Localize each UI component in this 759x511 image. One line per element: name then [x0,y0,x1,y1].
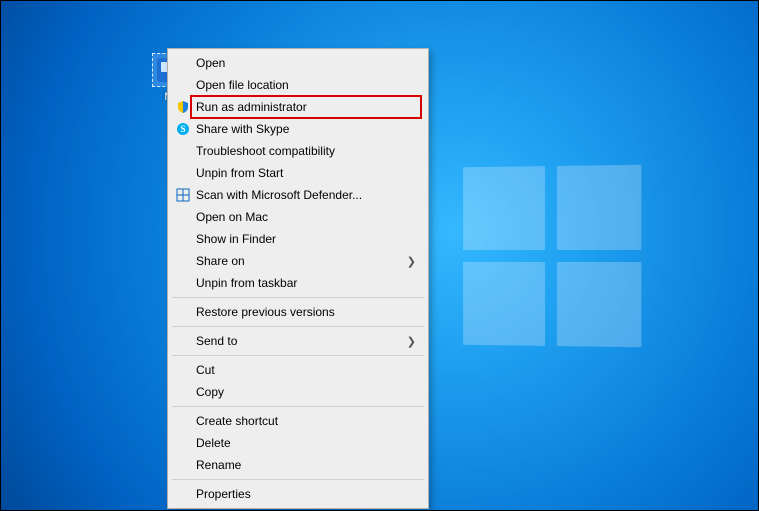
menu-delete[interactable]: Delete [170,432,426,454]
menu-run-as-administrator[interactable]: Run as administrator [170,96,426,118]
menu-properties[interactable]: Properties [170,483,426,505]
menu-item-label: Cut [196,363,420,377]
menu-item-label: Show in Finder [196,232,420,246]
menu-item-label: Open [196,56,420,70]
menu-troubleshoot-compatibility[interactable]: Troubleshoot compatibility [170,140,426,162]
menu-item-label: Delete [196,436,420,450]
menu-open[interactable]: Open [170,52,426,74]
menu-share-on[interactable]: Share on ❯ [170,250,426,272]
menu-open-file-location[interactable]: Open file location [170,74,426,96]
menu-item-label: Rename [196,458,420,472]
menu-open-on-mac[interactable]: Open on Mac [170,206,426,228]
menu-item-label: Unpin from Start [196,166,420,180]
menu-item-label: Share with Skype [196,122,420,136]
separator [172,406,424,407]
desktop-background: M Open Open file location Run as adminis… [1,1,758,510]
menu-item-label: Open on Mac [196,210,420,224]
windows-logo-icon [463,165,641,348]
menu-item-label: Open file location [196,78,420,92]
menu-item-label: Send to [196,334,407,348]
menu-unpin-from-start[interactable]: Unpin from Start [170,162,426,184]
skype-icon: S [170,122,196,136]
separator [172,479,424,480]
menu-copy[interactable]: Copy [170,381,426,403]
menu-item-label: Share on [196,254,407,268]
menu-create-shortcut[interactable]: Create shortcut [170,410,426,432]
menu-show-in-finder[interactable]: Show in Finder [170,228,426,250]
context-menu: Open Open file location Run as administr… [167,48,429,509]
chevron-right-icon: ❯ [407,255,420,268]
menu-item-label: Properties [196,487,420,501]
menu-send-to[interactable]: Send to ❯ [170,330,426,352]
chevron-right-icon: ❯ [407,335,420,348]
menu-item-label: Restore previous versions [196,305,420,319]
defender-icon [170,188,196,202]
menu-item-label: Copy [196,385,420,399]
menu-item-label: Unpin from taskbar [196,276,420,290]
svg-text:S: S [180,124,185,134]
menu-item-label: Troubleshoot compatibility [196,144,420,158]
menu-restore-previous-versions[interactable]: Restore previous versions [170,301,426,323]
menu-item-label: Scan with Microsoft Defender... [196,188,420,202]
menu-item-label: Run as administrator [196,100,420,114]
separator [172,297,424,298]
separator [172,355,424,356]
separator [172,326,424,327]
shield-icon [170,100,196,114]
menu-rename[interactable]: Rename [170,454,426,476]
menu-scan-defender[interactable]: Scan with Microsoft Defender... [170,184,426,206]
menu-unpin-from-taskbar[interactable]: Unpin from taskbar [170,272,426,294]
menu-item-label: Create shortcut [196,414,420,428]
menu-share-with-skype[interactable]: S Share with Skype [170,118,426,140]
menu-cut[interactable]: Cut [170,359,426,381]
